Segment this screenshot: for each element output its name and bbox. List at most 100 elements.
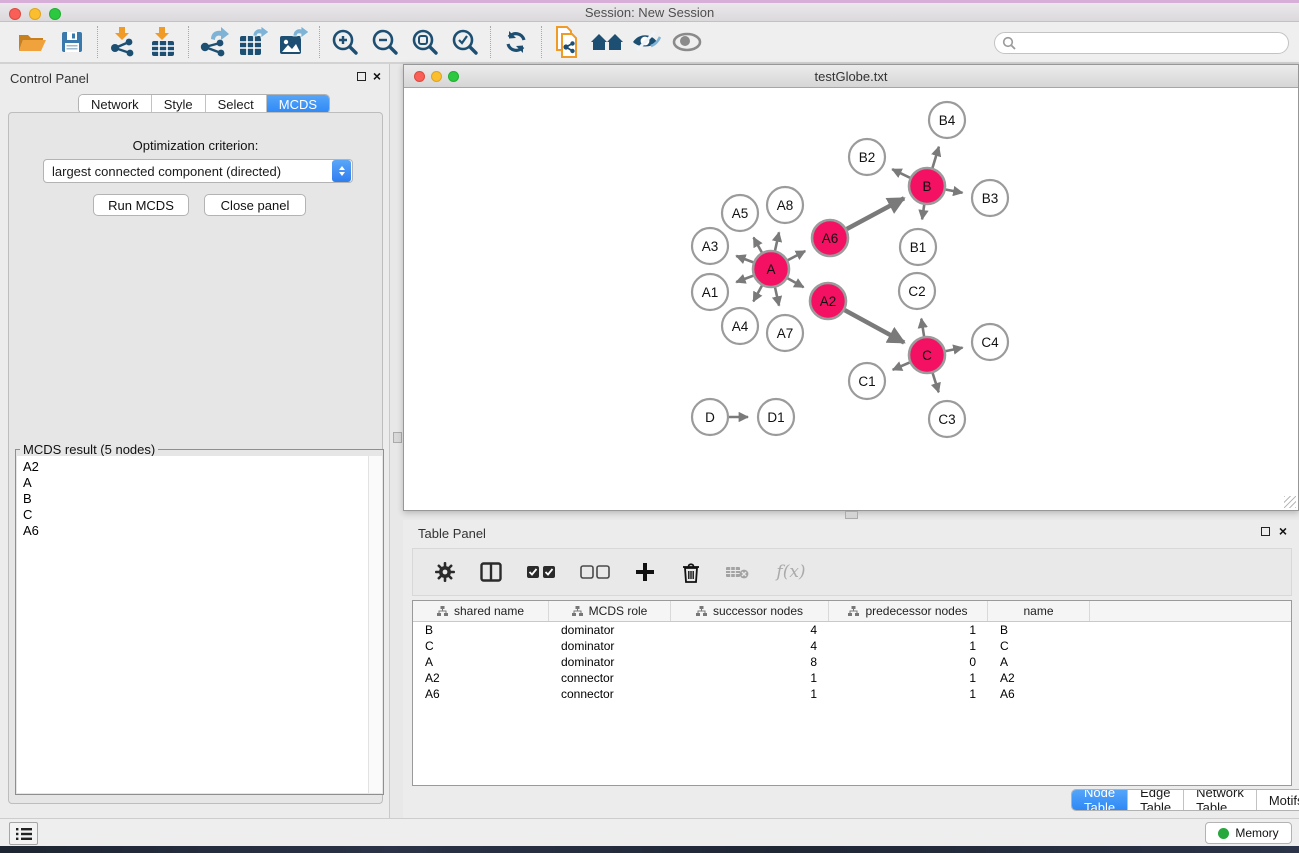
node-A[interactable]: A	[753, 251, 789, 287]
table-cell: 8	[671, 655, 829, 669]
attribute-type-icon	[572, 606, 583, 616]
close-panel-button[interactable]: Close panel	[204, 194, 306, 216]
tab-select[interactable]: Select	[206, 95, 267, 113]
network-window-titlebar[interactable]: testGlobe.txt	[404, 65, 1298, 88]
table-cell: A2	[988, 671, 1090, 685]
tab-style[interactable]: Style	[152, 95, 206, 113]
node-A2[interactable]: A2	[810, 283, 846, 319]
column-header-successor-nodes[interactable]: successor nodes	[671, 601, 829, 621]
node-table: shared nameMCDS rolesuccessor nodesprede…	[412, 600, 1292, 786]
select-all-button[interactable]	[525, 560, 557, 584]
node-C4[interactable]: C4	[972, 324, 1008, 360]
table-row[interactable]: A6connector11A6	[413, 686, 1291, 702]
node-A3[interactable]: A3	[692, 228, 728, 264]
import-table-button[interactable]	[143, 24, 183, 60]
column-layout-button[interactable]	[479, 560, 503, 584]
refresh-layout-icon	[503, 29, 529, 55]
tab-node-table[interactable]: Node Table	[1072, 790, 1128, 810]
result-item[interactable]: C	[17, 507, 368, 523]
export-network-button[interactable]	[194, 24, 234, 60]
zoom-in-button[interactable]	[325, 24, 365, 60]
float-panel-icon[interactable]	[357, 72, 366, 81]
table-settings-button[interactable]	[433, 560, 457, 584]
delete-column-button[interactable]	[679, 560, 703, 584]
table-row[interactable]: Adominator80A	[413, 654, 1291, 670]
column-header-predecessor-nodes[interactable]: predecessor nodes	[829, 601, 988, 621]
vertical-splitter-handle[interactable]	[393, 432, 402, 443]
table-cell: C	[988, 639, 1090, 653]
add-column-button[interactable]	[633, 560, 657, 584]
run-mcds-button[interactable]: Run MCDS	[93, 194, 189, 216]
result-item[interactable]: A	[17, 475, 368, 491]
network-canvas[interactable]: A A1 A2 A3 A4 A5 A6 A7 A8 B B1 B2 B3 B4 C C1 C2 C3 C4 D D1	[404, 88, 1298, 510]
zoom-fit-button[interactable]	[405, 24, 445, 60]
tab-edge-table[interactable]: Edge Table	[1128, 790, 1184, 810]
tab-motifs[interactable]: Motifs	[1257, 790, 1299, 810]
memory-button[interactable]: Memory	[1205, 822, 1292, 844]
node-C[interactable]: C	[909, 337, 945, 373]
function-builder-button[interactable]: f(x)	[771, 560, 811, 584]
node-C3[interactable]: C3	[929, 401, 965, 437]
resize-grip[interactable]	[1284, 496, 1296, 508]
node-label: A2	[820, 294, 837, 309]
import-network-button[interactable]	[103, 24, 143, 60]
copy-network-button[interactable]	[547, 24, 587, 60]
close-panel-icon[interactable]: ×	[373, 71, 381, 81]
node-D[interactable]: D	[692, 399, 728, 435]
node-B2[interactable]: B2	[849, 139, 885, 175]
hide-details-icon	[631, 30, 663, 54]
close-table-panel-icon[interactable]: ×	[1279, 526, 1287, 536]
tab-mcds[interactable]: MCDS	[267, 95, 329, 113]
result-item[interactable]: A2	[17, 459, 368, 475]
result-item[interactable]: B	[17, 491, 368, 507]
column-header-mcds-role[interactable]: MCDS role	[549, 601, 671, 621]
node-A4[interactable]: A4	[722, 308, 758, 344]
node-B[interactable]: B	[909, 168, 945, 204]
node-C1[interactable]: C1	[849, 363, 885, 399]
horizontal-splitter-handle[interactable]	[845, 511, 858, 519]
open-session-button[interactable]	[12, 24, 52, 60]
node-A5[interactable]: A5	[722, 195, 758, 231]
search-input[interactable]	[1016, 36, 1266, 50]
desktop-edge-bottom	[0, 846, 1299, 853]
tab-network[interactable]: Network	[79, 95, 152, 113]
task-history-button[interactable]	[9, 822, 38, 845]
export-table-button[interactable]	[234, 24, 274, 60]
node-B3[interactable]: B3	[972, 180, 1008, 216]
table-panel-title: Table Panel	[418, 526, 486, 541]
delete-table-button[interactable]	[725, 560, 749, 584]
node-D1[interactable]: D1	[758, 399, 794, 435]
float-table-panel-icon[interactable]	[1261, 527, 1270, 536]
node-B1[interactable]: B1	[900, 229, 936, 265]
node-B4[interactable]: B4	[929, 102, 965, 138]
tab-network-table[interactable]: Network Table	[1184, 790, 1257, 810]
copy-network-icon	[553, 26, 581, 58]
table-body: Bdominator41BCdominator41CAdominator80AA…	[413, 622, 1291, 702]
table-row[interactable]: Cdominator41C	[413, 638, 1291, 654]
table-cell: A6	[988, 687, 1090, 701]
zoom-out-button[interactable]	[365, 24, 405, 60]
column-header-shared-name[interactable]: shared name	[413, 601, 549, 621]
mcds-result-title: MCDS result (5 nodes)	[20, 442, 158, 457]
deselect-all-button[interactable]	[579, 560, 611, 584]
export-image-button[interactable]	[274, 24, 314, 60]
hide-details-button[interactable]	[627, 24, 667, 60]
task-list-icon	[16, 827, 32, 841]
zoom-selected-button[interactable]	[445, 24, 485, 60]
result-item[interactable]: A6	[17, 523, 368, 539]
add-column-icon	[635, 562, 655, 582]
save-session-button[interactable]	[52, 24, 92, 60]
criterion-select[interactable]: largest connected component (directed)	[43, 159, 353, 183]
column-header-name[interactable]: name	[988, 601, 1090, 621]
node-C2[interactable]: C2	[899, 273, 935, 309]
show-details-button[interactable]	[667, 24, 707, 60]
reset-view-button[interactable]	[587, 24, 627, 60]
node-A6[interactable]: A6	[812, 220, 848, 256]
refresh-layout-button[interactable]	[496, 24, 536, 60]
node-A8[interactable]: A8	[767, 187, 803, 223]
node-A1[interactable]: A1	[692, 274, 728, 310]
node-A7[interactable]: A7	[767, 315, 803, 351]
table-row[interactable]: Bdominator41B	[413, 622, 1291, 638]
table-row[interactable]: A2connector11A2	[413, 670, 1291, 686]
result-scrollbar[interactable]	[368, 456, 382, 793]
